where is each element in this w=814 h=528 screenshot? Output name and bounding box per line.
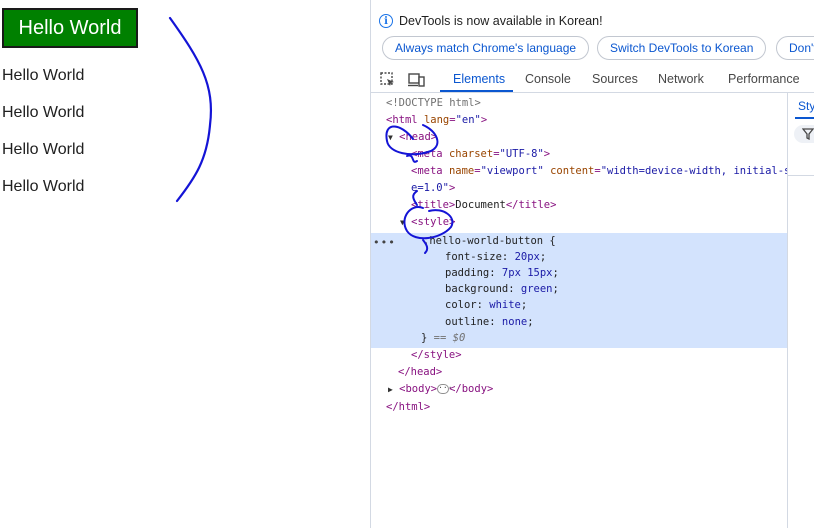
css-selector-line[interactable]: .hello-world-button { bbox=[423, 233, 814, 250]
dom-line-style-close[interactable]: </style> bbox=[411, 347, 814, 364]
node-actions-icon[interactable]: ••• bbox=[373, 236, 396, 249]
collapsed-content-icon[interactable]: ··· bbox=[437, 384, 453, 394]
styles-pane: Sty bbox=[787, 93, 814, 528]
dom-line-html[interactable]: <html lang="en"> bbox=[386, 112, 802, 129]
info-icon: i bbox=[379, 14, 393, 28]
dom-line-style[interactable]: ▼ <style> bbox=[400, 214, 814, 231]
banner-text: DevTools is now available in Korean! bbox=[399, 14, 603, 28]
dom-line-head[interactable]: ▼ <head> bbox=[388, 129, 804, 146]
selected-node-ref: == $0 bbox=[433, 332, 466, 344]
dom-line-body[interactable]: ▶ <body>···</body> bbox=[388, 381, 804, 398]
expand-triangle-icon[interactable]: ▼ bbox=[388, 133, 393, 142]
collapse-triangle-icon[interactable]: ▶ bbox=[388, 385, 393, 394]
filter-icon bbox=[802, 128, 814, 140]
devtools-toolbar: Elements Console Sources Network Perform… bbox=[371, 66, 814, 93]
language-banner: i DevTools is now available in Korean! bbox=[379, 11, 603, 31]
tab-elements[interactable]: Elements bbox=[453, 66, 505, 92]
ink-annotation-arc bbox=[168, 16, 212, 203]
tab-performance[interactable]: Performance bbox=[728, 66, 800, 92]
dom-line-title[interactable]: <title>Document</title> bbox=[411, 197, 814, 214]
dom-line-head-close[interactable]: </head> bbox=[398, 364, 814, 381]
styles-divider bbox=[788, 175, 814, 176]
active-tab-indicator bbox=[440, 90, 513, 92]
tab-network[interactable]: Network bbox=[658, 66, 704, 92]
dom-line-meta-viewport[interactable]: <meta name="viewport" content="width=dev… bbox=[411, 163, 814, 180]
css-declaration[interactable]: color: white; bbox=[445, 297, 814, 314]
devtools-panel: i DevTools is now available in Korean! A… bbox=[370, 0, 814, 528]
switch-to-korean-button[interactable]: Switch DevTools to Korean bbox=[597, 36, 767, 60]
elements-dom-tree: ••• <!DOCTYPE html> <html lang="en"> ▼ <… bbox=[371, 93, 809, 528]
css-declaration[interactable]: font-size: 20px; bbox=[445, 249, 814, 266]
dom-line-meta-viewport-wrap: e=1.0"> bbox=[411, 182, 456, 194]
tab-sources[interactable]: Sources bbox=[592, 66, 638, 92]
css-declaration[interactable]: background: green; bbox=[445, 281, 814, 298]
inspect-element-icon[interactable] bbox=[380, 72, 395, 87]
device-toolbar-icon[interactable] bbox=[408, 72, 425, 87]
dom-line-html-close[interactable]: </html> bbox=[386, 399, 802, 416]
styles-tab-indicator bbox=[795, 117, 814, 119]
css-declaration[interactable]: padding: 7px 15px; bbox=[445, 265, 814, 282]
dom-line-meta-charset[interactable]: <meta charset="UTF-8"> bbox=[411, 146, 814, 163]
css-declaration[interactable]: outline: none; bbox=[445, 314, 814, 331]
styles-filter-input[interactable] bbox=[794, 125, 814, 143]
tab-styles[interactable]: Sty bbox=[798, 99, 814, 113]
always-match-language-button[interactable]: Always match Chrome's language bbox=[382, 36, 590, 60]
dont-show-again-button[interactable]: Don't bbox=[776, 36, 814, 60]
expand-triangle-icon[interactable]: ▼ bbox=[400, 218, 405, 227]
rendered-page: Hello World Hello World Hello World Hell… bbox=[0, 0, 370, 528]
tab-console[interactable]: Console bbox=[525, 66, 571, 92]
css-close-brace-line: } == $0 bbox=[421, 332, 466, 344]
dom-line-doctype[interactable]: <!DOCTYPE html> bbox=[386, 95, 802, 112]
